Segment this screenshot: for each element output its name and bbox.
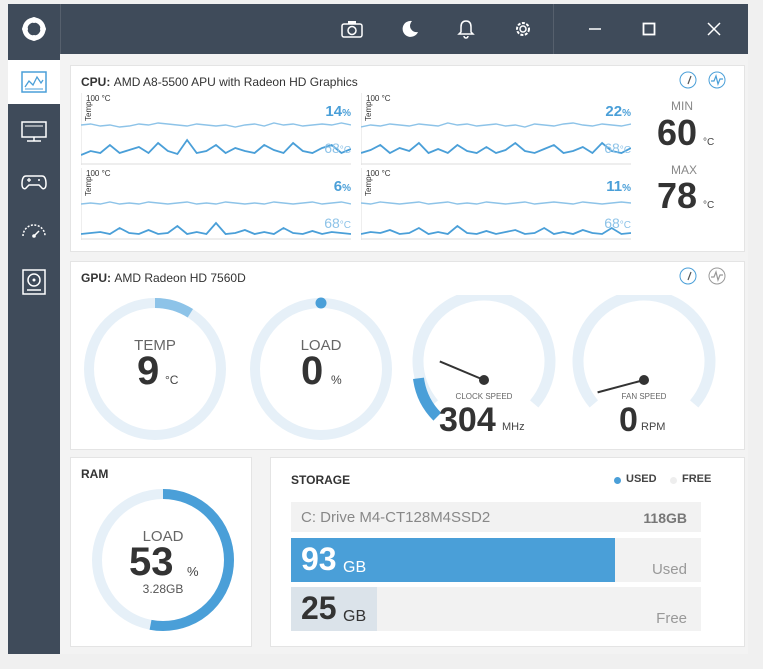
gpu-temp-gauge: TEMP 9 °C xyxy=(81,295,229,443)
graph-axis-label: Temp xyxy=(84,101,93,121)
legend-free-dot xyxy=(670,477,677,484)
used-label: Used xyxy=(651,561,687,578)
bell-icon[interactable] xyxy=(440,4,492,54)
core-load-value: 22% xyxy=(605,103,631,120)
cpu-core-graph: 100 °C Temp 6% 68°C xyxy=(81,168,351,240)
graph-axis-label: Temp xyxy=(84,176,93,196)
gpu-load-value: 0 xyxy=(301,349,324,393)
gpu-temp-value: 9 xyxy=(137,349,160,393)
sidebar-item-speed[interactable] xyxy=(8,210,60,254)
ram-title: RAM xyxy=(81,467,109,481)
sidebar-item-gaming[interactable] xyxy=(8,160,60,204)
core-load-value: 11% xyxy=(606,178,631,195)
drive-total: 118GB xyxy=(643,510,687,526)
sidebar xyxy=(8,54,60,654)
ram-load-value: 53 xyxy=(129,540,174,584)
gpu-fan-gauge: FAN SPEED 0 RPM xyxy=(569,289,719,445)
legend-used-dot xyxy=(614,477,621,484)
gpu-clock-unit: MHz xyxy=(502,421,525,433)
gpu-clock-value: 304 xyxy=(439,401,496,439)
gpu-gauge-view-icon[interactable] xyxy=(679,267,697,285)
storage-title: STORAGE xyxy=(291,473,351,487)
maximize-button[interactable] xyxy=(623,4,675,54)
gpu-name: AMD Radeon HD 7560D xyxy=(114,271,246,285)
graph-axis-label: Temp xyxy=(364,101,373,121)
gpu-clock-needle xyxy=(439,360,485,381)
sidebar-item-monitor[interactable] xyxy=(8,110,60,154)
gpu-temp-unit: °C xyxy=(165,373,179,387)
core-temp-value: 68°C xyxy=(324,140,351,156)
cpu-label: CPU: xyxy=(81,75,111,89)
free-label: Free xyxy=(656,610,687,627)
used-bar-fill xyxy=(291,538,615,582)
core-load-value: 6% xyxy=(333,178,351,195)
cpu-min-unit: °C xyxy=(703,137,715,148)
cpu-max-unit: °C xyxy=(703,200,715,211)
used-unit: GB xyxy=(343,559,367,576)
ram-load-unit: % xyxy=(187,564,199,579)
hdd-icon xyxy=(22,269,46,295)
storage-panel: STORAGE USED FREE C: Drive M4-CT128M4SSD… xyxy=(270,457,745,647)
gpu-load-gauge: LOAD 0 % xyxy=(247,295,395,443)
title-bar xyxy=(8,4,748,54)
ram-gauge: LOAD 53 % 3.28GB xyxy=(89,486,237,634)
gpu-title: GPU: AMD Radeon HD 7560D xyxy=(81,271,246,285)
ram-panel: RAM LOAD 53 % 3.28GB xyxy=(70,457,252,647)
minimize-button[interactable] xyxy=(569,4,621,54)
free-value: 25 xyxy=(301,590,337,626)
close-button[interactable] xyxy=(688,4,740,54)
drive-name: C: Drive M4-CT128M4SSD2 xyxy=(301,509,491,526)
core-temp-value: 68°C xyxy=(324,215,351,231)
drive-header-row: C: Drive M4-CT128M4SSD2 118GB xyxy=(291,502,701,532)
used-value: 93 xyxy=(301,541,337,577)
cpu-gauge-view-icon[interactable] xyxy=(679,71,697,89)
core-temp-value: 68°C xyxy=(604,215,631,231)
app-window: CPU: AMD A8-5500 APU with Radeon HD Grap… xyxy=(8,4,748,654)
moon-icon[interactable] xyxy=(384,4,436,54)
gpu-clock-gauge: CLOCK SPEED 304 MHz xyxy=(409,289,559,445)
camera-icon[interactable] xyxy=(326,4,378,54)
monitor-icon xyxy=(21,121,47,142)
free-unit: GB xyxy=(343,608,367,625)
gpu-fan-unit: RPM xyxy=(641,421,666,433)
cpu-max-value: 78 xyxy=(657,175,698,216)
gpu-fan-needle xyxy=(597,379,645,394)
gpu-graph-view-icon[interactable] xyxy=(708,267,726,285)
dashboard-icon xyxy=(21,71,47,93)
free-row: 25 GB Free xyxy=(291,587,701,631)
core-load-value: 14% xyxy=(325,103,351,120)
gear-icon[interactable] xyxy=(497,4,549,54)
gpu-panel: GPU: AMD Radeon HD 7560D TEMP 9 °C LOAD … xyxy=(70,261,745,450)
cpu-name: AMD A8-5500 APU with Radeon HD Graphics xyxy=(113,75,358,89)
cpu-min-label: MIN xyxy=(671,99,693,113)
app-logo-icon xyxy=(8,4,60,54)
ram-used-value: 3.28GB xyxy=(142,582,184,596)
gpu-fan-value: 0 xyxy=(619,401,638,439)
cpu-panel: CPU: AMD A8-5500 APU with Radeon HD Grap… xyxy=(70,65,745,252)
gpu-load-unit: % xyxy=(331,373,342,387)
gamepad-icon xyxy=(21,175,47,190)
gpu-label: GPU: xyxy=(81,271,111,285)
cpu-title: CPU: AMD A8-5500 APU with Radeon HD Grap… xyxy=(81,75,358,89)
gpu-fan-label: FAN SPEED xyxy=(621,392,667,401)
used-row: 93 GB Used xyxy=(291,538,701,582)
speedometer-icon xyxy=(22,224,46,238)
cpu-core-graph: 100 °C Temp 22% 68°C xyxy=(361,93,631,165)
legend-used-label: USED xyxy=(626,473,657,485)
core-temp-value: 68°C xyxy=(604,140,631,156)
sidebar-item-dashboard[interactable] xyxy=(8,60,60,104)
gpu-clock-label: CLOCK SPEED xyxy=(455,392,513,401)
cpu-core-graph: 100 °C Temp 11% 68°C xyxy=(361,168,631,240)
sidebar-item-storage[interactable] xyxy=(8,260,60,304)
cpu-graph-view-icon[interactable] xyxy=(708,71,726,89)
cpu-min-value: 60 xyxy=(657,112,698,153)
cpu-core-graph: 100 °C Temp 14% 68°C xyxy=(81,93,351,165)
graph-axis-label: Temp xyxy=(364,176,373,196)
legend-free-label: FREE xyxy=(682,473,712,485)
gpu-load-marker xyxy=(315,297,327,309)
